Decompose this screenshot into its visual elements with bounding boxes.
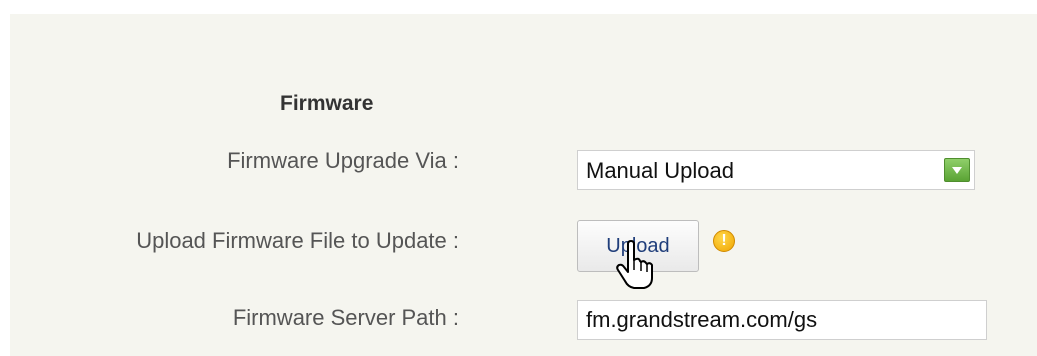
firmware-upgrade-via-label: Firmware Upgrade Via : [227, 148, 459, 173]
warning-icon[interactable]: ! [713, 230, 735, 252]
firmware-upgrade-via-value: Manual Upload [586, 158, 734, 183]
firmware-server-path-input[interactable] [577, 300, 987, 340]
chevron-down-icon[interactable] [944, 158, 970, 182]
firmware-upgrade-via-select[interactable]: Manual Upload [577, 150, 975, 190]
upload-firmware-file-label: Upload Firmware File to Update : [136, 228, 459, 253]
hand-cursor-icon [616, 240, 653, 289]
section-title: Firmware [280, 92, 374, 115]
firmware-server-path-label: Firmware Server Path : [232, 305, 459, 330]
